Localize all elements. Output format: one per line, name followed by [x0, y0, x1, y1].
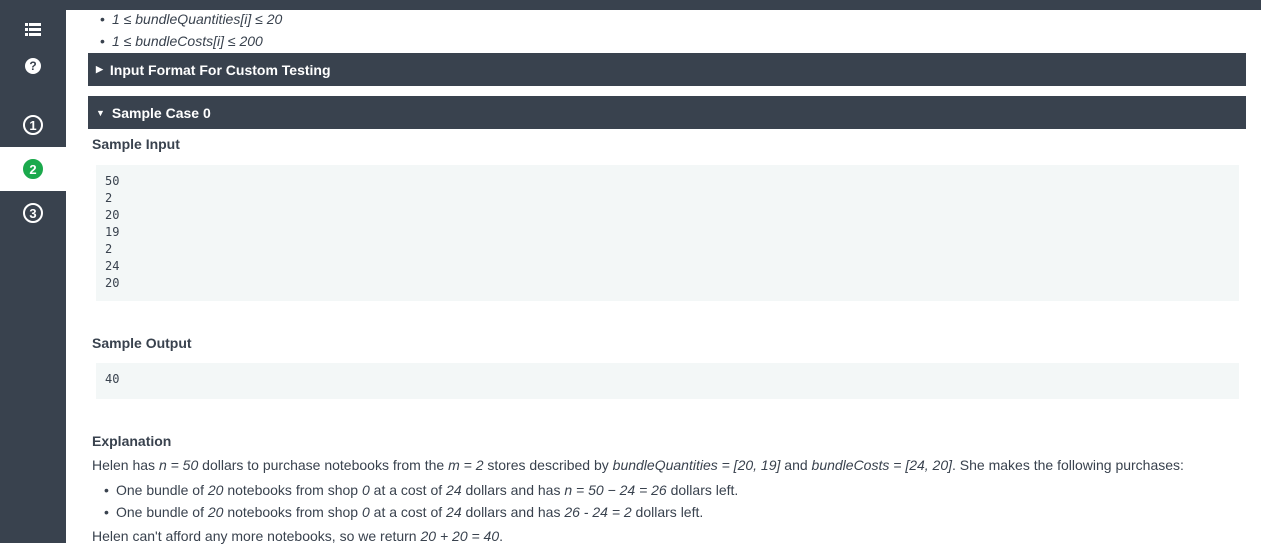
question-list-icon[interactable]: [0, 18, 66, 40]
sample-input-code: 50 2 20 19 2 24 20: [96, 165, 1239, 301]
code-line: 20: [105, 208, 120, 222]
explanation-list-item: • One bundle of 20 notebooks from shop 0 …: [104, 482, 739, 498]
sidebar: ? 1 2 3: [0, 0, 66, 543]
sample-output-label: Sample Output: [92, 335, 192, 351]
question-number-badge: 1: [23, 115, 43, 135]
code-line: 19: [105, 225, 120, 239]
sample-case-accordion[interactable]: ▼ Sample Case 0: [88, 96, 1246, 129]
code-line: 20: [105, 276, 120, 290]
sample-output-code: 40: [96, 363, 1239, 399]
sidebar-question-1[interactable]: 1: [0, 103, 66, 147]
code-line: 50: [105, 174, 120, 188]
question-number-badge-active: 2: [23, 159, 43, 179]
explanation-intro: Helen has n = 50 dollars to purchase not…: [92, 457, 1184, 473]
question-number-badge: 3: [23, 203, 43, 223]
code-line: 2: [105, 242, 113, 256]
accordion-title: Sample Case 0: [111, 104, 211, 121]
input-format-accordion[interactable]: ▶ Input Format For Custom Testing: [88, 53, 1246, 86]
explanation-conclusion: Helen can't afford any more notebooks, s…: [92, 528, 504, 544]
caret-right-icon: ▶: [96, 64, 103, 74]
code-line: 24: [105, 259, 120, 273]
explanation-list-item: • One bundle of 20 notebooks from shop 0 …: [104, 504, 704, 520]
code-line: 40: [105, 372, 120, 386]
caret-down-icon: ▼: [96, 107, 105, 118]
list-icon: [25, 22, 41, 36]
help-icon: ?: [25, 58, 41, 74]
sidebar-question-2[interactable]: 2: [0, 147, 66, 191]
code-line: 2: [105, 191, 113, 205]
sample-input-label: Sample Input: [92, 136, 180, 152]
explanation-heading: Explanation: [92, 433, 172, 449]
constraint-item: • 1 ≤ bundleCosts[i] ≤ 200: [100, 33, 263, 49]
accordion-title: Input Format For Custom Testing: [109, 61, 331, 78]
problem-content: • 1 ≤ bundleQuantities[i] ≤ 20 • 1 ≤ bundl…: [66, 0, 1261, 544]
constraint-item: • 1 ≤ bundleQuantities[i] ≤ 20: [100, 11, 283, 27]
help-button[interactable]: ?: [0, 55, 66, 77]
sidebar-question-3[interactable]: 3: [0, 191, 66, 235]
